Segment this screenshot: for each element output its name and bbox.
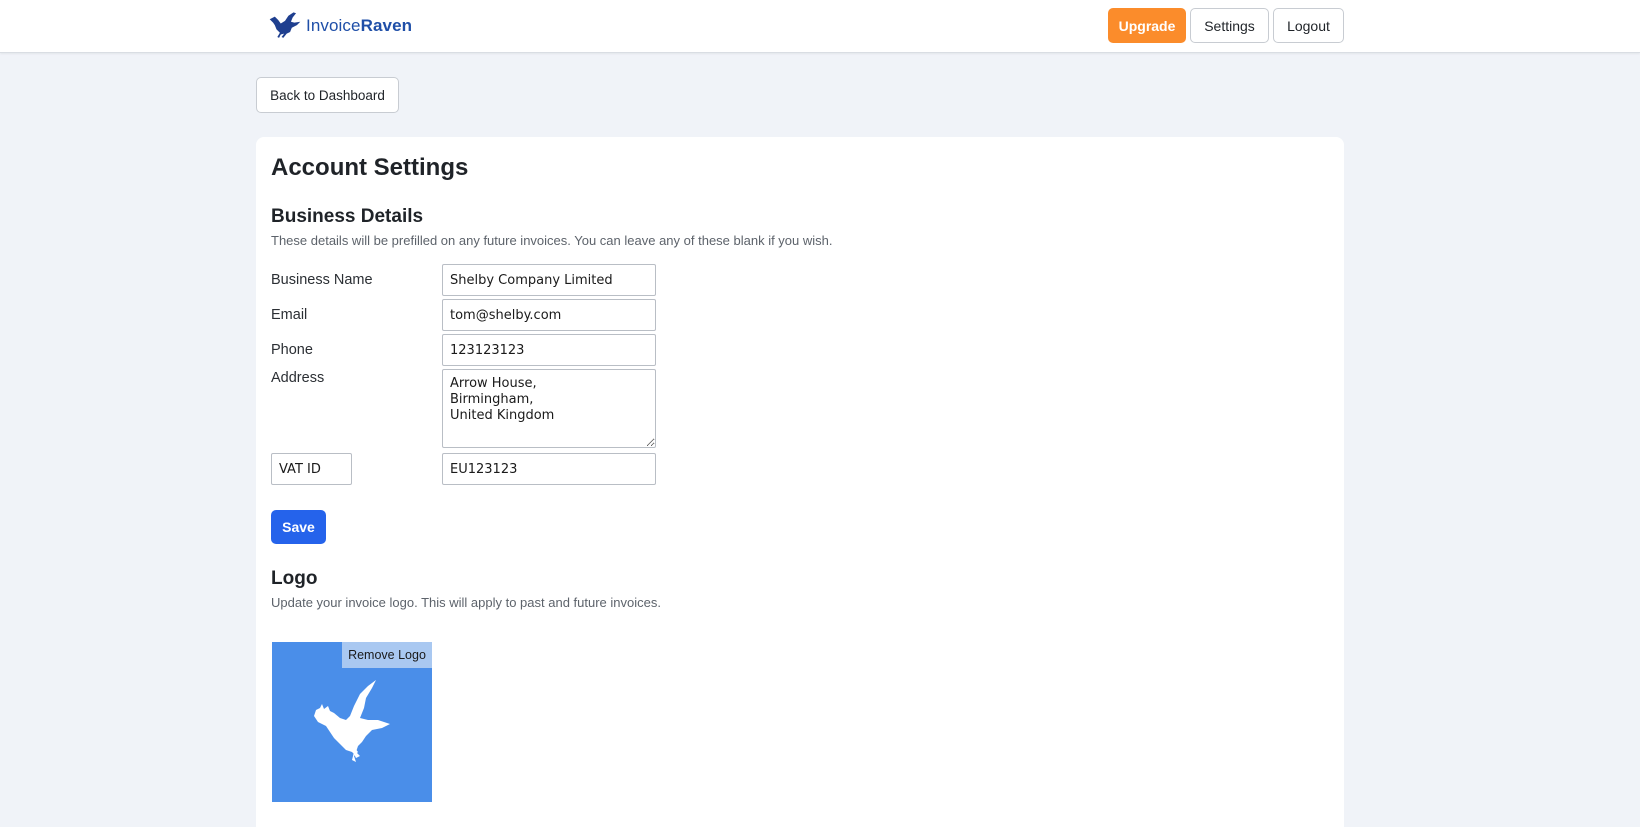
- business-details-description: These details will be prefilled on any f…: [271, 233, 833, 248]
- logout-button[interactable]: Logout: [1273, 8, 1344, 43]
- tax-id-input[interactable]: [442, 453, 656, 485]
- upgrade-button[interactable]: Upgrade: [1108, 8, 1186, 43]
- tax-id-label-input[interactable]: [271, 453, 352, 485]
- phone-input[interactable]: [442, 334, 656, 366]
- email-label: Email: [271, 307, 308, 323]
- logo-description: Update your invoice logo. This will appl…: [271, 595, 661, 610]
- remove-logo-button[interactable]: Remove Logo: [342, 642, 432, 668]
- brand-logo-link[interactable]: InvoiceRaven: [268, 10, 412, 42]
- save-button[interactable]: Save: [271, 510, 326, 544]
- logo-preview: Remove Logo: [272, 642, 432, 802]
- address-textarea[interactable]: Arrow House, Birmingham, United Kingdom: [442, 369, 656, 448]
- top-navbar: InvoiceRaven Upgrade Settings Logout: [0, 0, 1640, 53]
- brand-name: InvoiceRaven: [306, 16, 413, 35]
- header-nav: Upgrade Settings Logout: [1108, 8, 1344, 43]
- business-name-label: Business Name: [271, 272, 373, 288]
- logo-heading: Logo: [271, 568, 318, 589]
- settings-button[interactable]: Settings: [1190, 8, 1269, 43]
- account-settings-card: Account Settings Business Details These …: [256, 137, 1344, 827]
- business-details-heading: Business Details: [271, 206, 424, 227]
- phone-label: Phone: [271, 342, 313, 358]
- back-to-dashboard-button[interactable]: Back to Dashboard: [256, 77, 399, 113]
- business-name-input[interactable]: [442, 264, 656, 296]
- page-title: Account Settings: [271, 154, 469, 181]
- raven-logo-icon: [268, 11, 302, 41]
- email-input[interactable]: [442, 299, 656, 331]
- address-label: Address: [271, 370, 325, 386]
